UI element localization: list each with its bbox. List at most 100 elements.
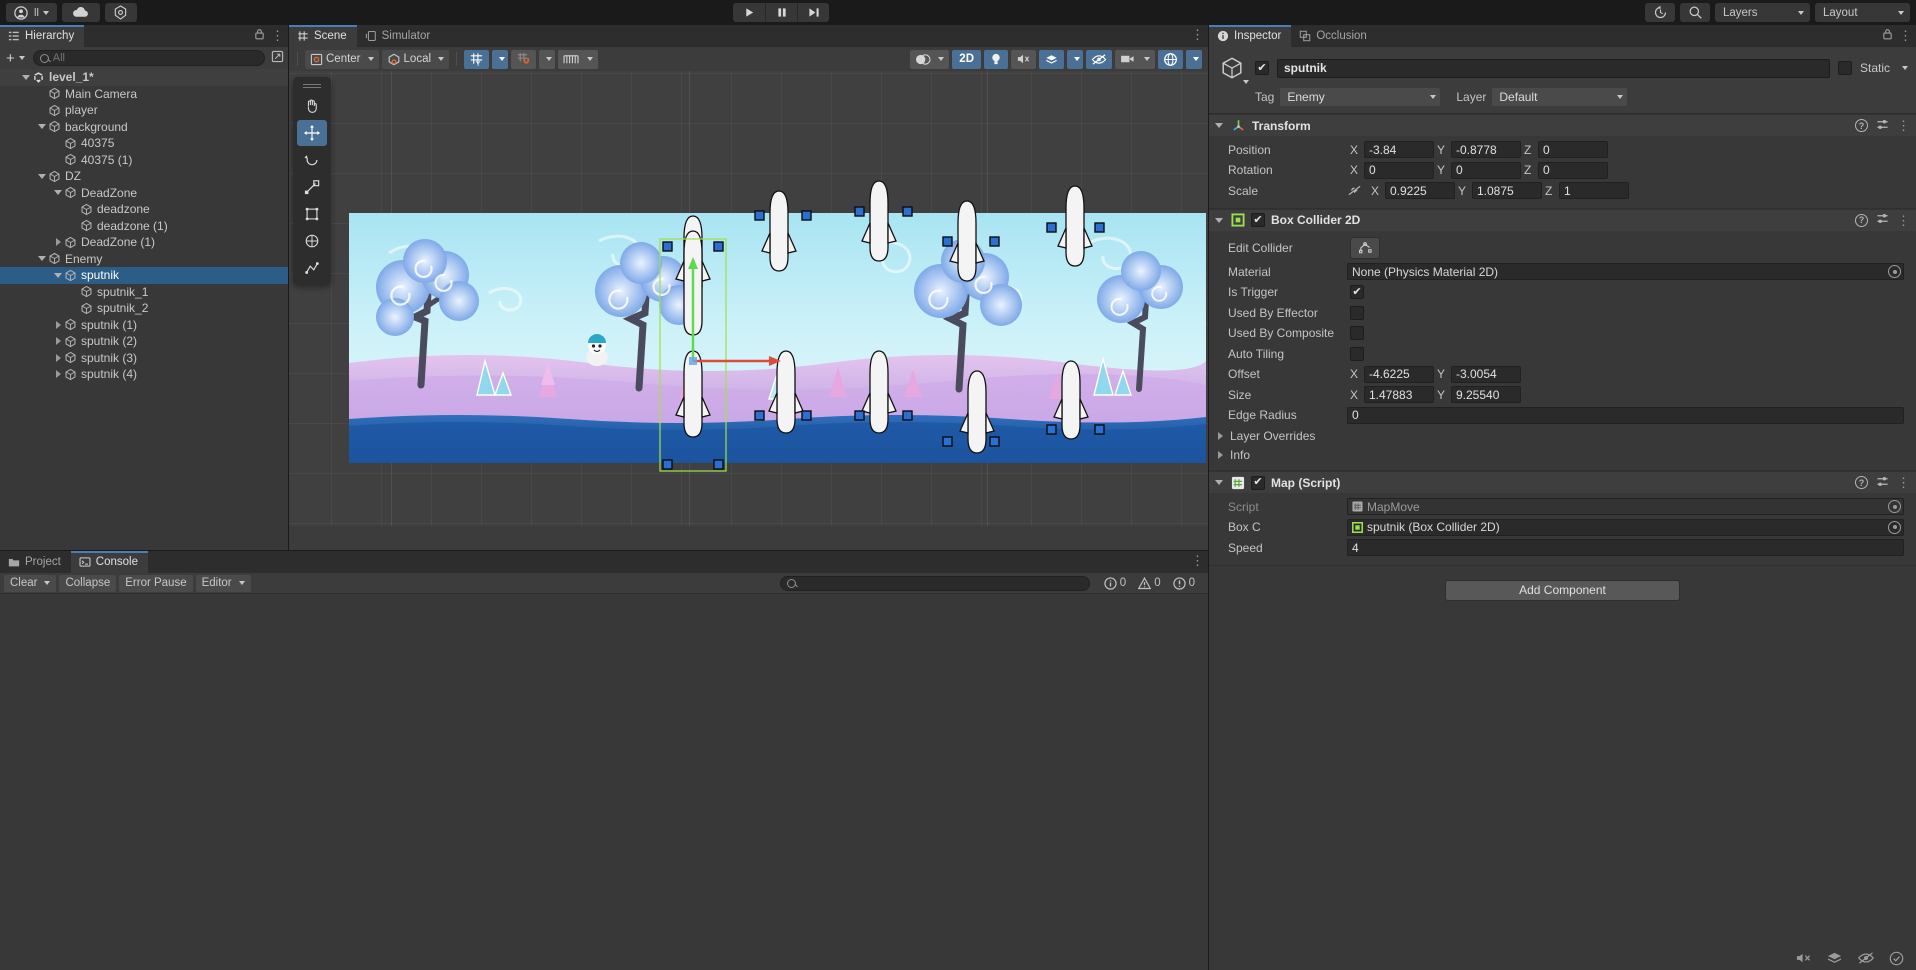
chevron-down-icon[interactable]: [1902, 66, 1908, 70]
step-button[interactable]: [797, 3, 829, 22]
expand-arrow-closed-icon[interactable]: [52, 238, 64, 247]
field-z[interactable]: 0: [1538, 141, 1608, 158]
layer-dropdown[interactable]: Default: [1492, 88, 1628, 106]
expand-arrow-open-icon[interactable]: [52, 272, 64, 278]
object-picker-icon[interactable]: [1888, 265, 1901, 278]
handle-space-dropdown[interactable]: Local: [381, 49, 450, 69]
hierarchy-item-enemy[interactable]: Enemy: [0, 251, 288, 268]
expand-arrow-open-icon[interactable]: [36, 124, 48, 130]
layout-dropdown[interactable]: Layout: [1815, 3, 1910, 22]
component-foldout-icon[interactable]: [1213, 123, 1225, 128]
tag-dropdown[interactable]: Enemy: [1280, 88, 1441, 106]
console-search-input[interactable]: [799, 577, 1083, 589]
play-button[interactable]: [733, 3, 765, 22]
field-x[interactable]: 1.47883: [1364, 386, 1434, 403]
hierarchy-item-deadzone[interactable]: deadzone: [0, 201, 288, 218]
hierarchy-item-player[interactable]: player: [0, 102, 288, 119]
pivot-mode-dropdown[interactable]: Center: [305, 49, 379, 69]
help-icon[interactable]: ?: [1855, 476, 1868, 489]
fx-dropdown[interactable]: [1067, 49, 1083, 69]
search-button[interactable]: [1680, 3, 1710, 22]
field-x[interactable]: 0.9225: [1385, 182, 1455, 199]
clear-button[interactable]: Clear: [4, 574, 57, 592]
expand-arrow-open-icon[interactable]: [36, 256, 48, 262]
transform-tool[interactable]: [297, 228, 327, 254]
settings-gear-button[interactable]: [104, 3, 137, 22]
error-count-badge[interactable]: 0: [1168, 575, 1200, 592]
expand-arrow-closed-icon[interactable]: [52, 370, 64, 379]
gizmos-toggle-button[interactable]: [1158, 49, 1183, 69]
hierarchy-item-sputnik-2[interactable]: sputnik (2): [0, 333, 288, 350]
hierarchy-item-background[interactable]: background: [0, 119, 288, 136]
component-menu-icon[interactable]: ⋮: [1897, 119, 1910, 132]
field-y[interactable]: 0: [1451, 161, 1521, 179]
editor-dropdown[interactable]: Editor: [195, 574, 251, 592]
footer-mute-icon[interactable]: [1795, 951, 1812, 965]
property-checkbox[interactable]: [1350, 285, 1364, 299]
snap-toggle-button[interactable]: [511, 49, 537, 69]
field-x[interactable]: -3.84: [1364, 141, 1434, 158]
inspector-menu-icon[interactable]: ⋮: [1899, 29, 1912, 42]
console-menu-icon[interactable]: ⋮: [1191, 554, 1204, 567]
field-y[interactable]: -0.8778: [1451, 141, 1521, 158]
hierarchy-item-deadzone-1[interactable]: deadzone (1): [0, 218, 288, 235]
hierarchy-item-40375-1[interactable]: 40375 (1): [0, 152, 288, 169]
expand-arrow-closed-icon[interactable]: [52, 337, 64, 346]
collapse-button[interactable]: Collapse: [59, 574, 117, 592]
footer-check-icon[interactable]: [1889, 951, 1904, 966]
hierarchy-item-deadzone[interactable]: DeadZone: [0, 185, 288, 202]
expand-arrow-open-icon[interactable]: [52, 190, 64, 196]
object-enabled-checkbox[interactable]: [1255, 61, 1269, 75]
static-checkbox[interactable]: [1837, 61, 1852, 75]
hierarchy-item-level-1[interactable]: level_1*: [0, 69, 288, 86]
component-menu-icon[interactable]: ⋮: [1897, 214, 1910, 227]
pause-button[interactable]: [765, 3, 797, 22]
hierarchy-item-sputnik-3[interactable]: sputnik (3): [0, 350, 288, 367]
field-x[interactable]: -4.6225: [1364, 365, 1434, 383]
tab-scene[interactable]: Scene: [289, 25, 357, 47]
hierarchy-item-40375[interactable]: 40375: [0, 135, 288, 152]
component-foldout-icon[interactable]: [1213, 217, 1225, 223]
tab-console[interactable]: Console: [70, 551, 149, 573]
lighting-toggle-button[interactable]: [984, 49, 1008, 69]
hierarchy-tree[interactable]: level_1* Main Camera player background 40375…: [0, 69, 288, 550]
warning-count-badge[interactable]: 0: [1133, 575, 1165, 592]
grid-size-button[interactable]: [558, 49, 599, 69]
account-button[interactable]: ll: [6, 3, 57, 22]
add-component-button[interactable]: Add Component: [1445, 579, 1680, 601]
expand-arrow-closed-icon[interactable]: [1214, 450, 1226, 459]
cloud-button[interactable]: [61, 3, 100, 22]
preset-icon[interactable]: [1876, 212, 1889, 228]
hierarchy-item-sputnik-4[interactable]: sputnik (4): [0, 366, 288, 383]
move-tool[interactable]: [297, 120, 327, 146]
object-picker-icon[interactable]: [1888, 500, 1901, 513]
scene-viewport[interactable]: [289, 71, 1208, 526]
object-field[interactable]: sputnik (Box Collider 2D): [1347, 518, 1904, 536]
info-count-badge[interactable]: 0: [1099, 575, 1131, 592]
tab-simulator[interactable]: Simulator: [357, 25, 441, 47]
scene-camera-button[interactable]: [1115, 49, 1155, 69]
snap-dropdown[interactable]: [539, 49, 556, 69]
hierarchy-item-sputnik-1[interactable]: sputnik (1): [0, 317, 288, 334]
hierarchy-item-dz[interactable]: DZ: [0, 168, 288, 185]
component-foldout-icon[interactable]: [1213, 480, 1225, 485]
console-log-area[interactable]: [0, 595, 1208, 970]
scene-menu-icon[interactable]: ⋮: [1191, 28, 1204, 41]
hierarchy-search-expand-icon[interactable]: [271, 50, 284, 66]
foldout-layer-overrides[interactable]: Layer Overrides: [1209, 426, 1910, 445]
layers-dropdown[interactable]: Layers: [1715, 3, 1810, 22]
footer-layers-icon[interactable]: [1826, 951, 1843, 965]
inspector-lock-icon[interactable]: [1882, 28, 1893, 43]
console-search-box[interactable]: [779, 575, 1090, 591]
custom-tool[interactable]: [297, 255, 327, 281]
tab-hierarchy[interactable]: Hierarchy: [0, 25, 85, 47]
fx-toggle-button[interactable]: [1039, 49, 1064, 69]
hidden-objects-button[interactable]: [1086, 49, 1112, 69]
lock-icon[interactable]: [254, 28, 265, 43]
help-icon[interactable]: ?: [1855, 119, 1868, 132]
edit-collider-button[interactable]: [1350, 236, 1380, 259]
hierarchy-item-main-camera[interactable]: Main Camera: [0, 86, 288, 103]
field-x[interactable]: 0: [1364, 161, 1434, 179]
rect-tool[interactable]: [297, 201, 327, 227]
component-header[interactable]: Map (Script)? ⋮: [1209, 471, 1916, 493]
